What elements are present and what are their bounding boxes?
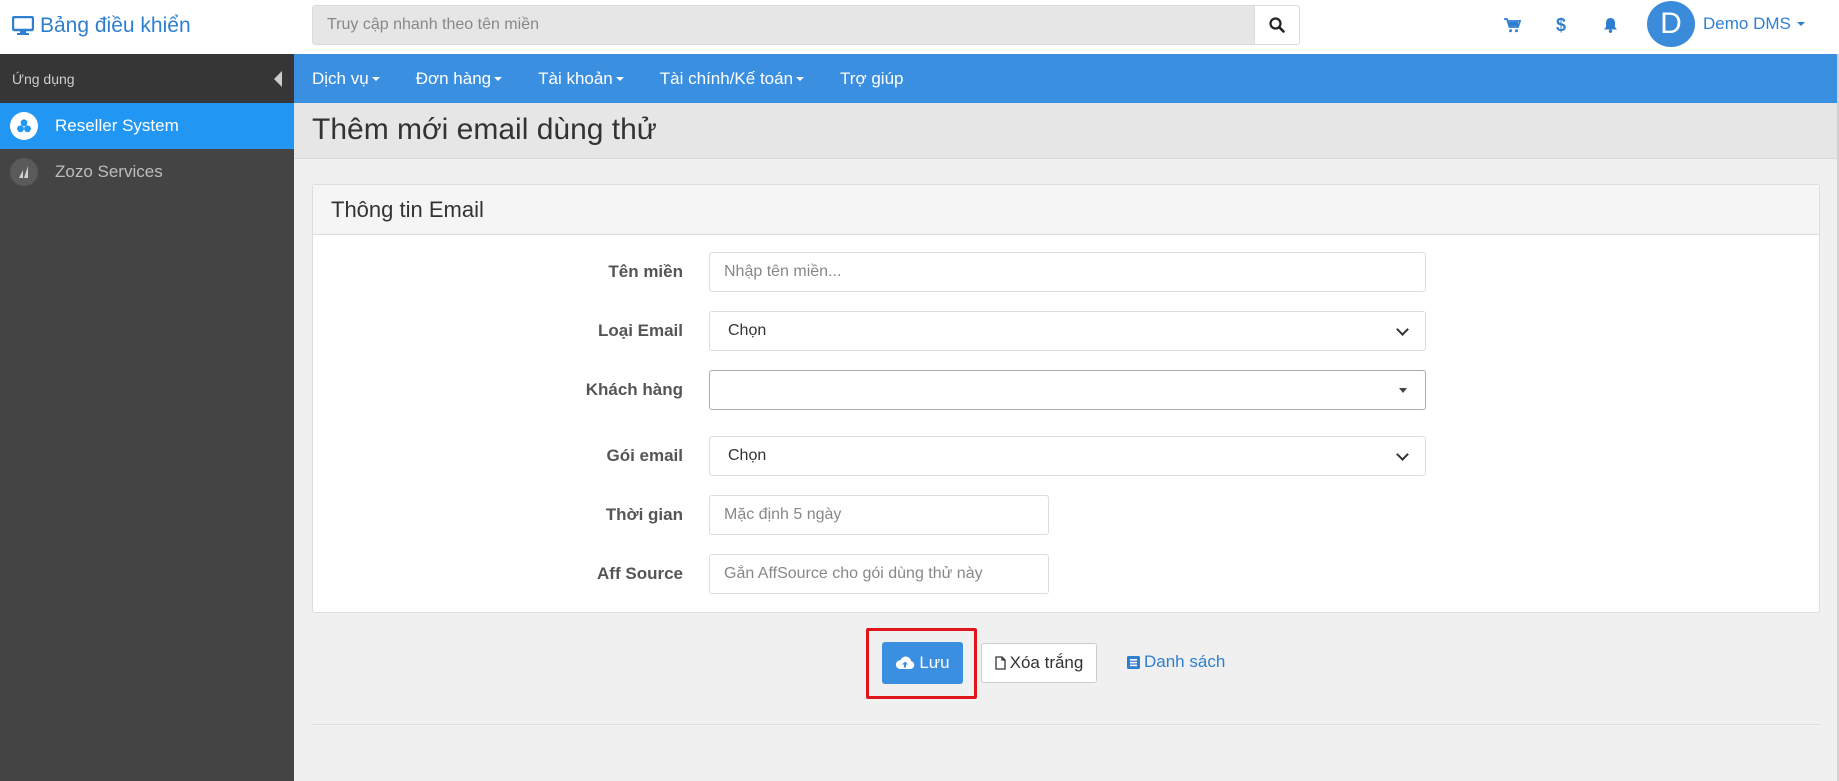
caret-down-icon [494,76,503,81]
form-row-aff-source: Aff Source [313,554,1819,594]
dollar-icon: $ [1555,14,1566,35]
list-icon [1127,655,1140,669]
list-link[interactable]: Danh sách [1127,652,1225,672]
chevron-down-icon [1396,447,1409,461]
menu-label: Tài chính/Kế toán [659,68,794,88]
top-bar: Bảng điều khiển $ D Demo DMS [0,0,1839,54]
duration-input[interactable] [709,495,1049,535]
email-package-label: Gói email [606,446,683,465]
zozo-logo-icon [10,158,38,186]
sidebar: Ứng dụng Reseller System Zozo Services [0,54,294,781]
save-label: Lưu [919,653,950,672]
caret-down-icon [796,76,805,81]
clear-button[interactable]: Xóa trắng [981,643,1097,683]
menu-item-services[interactable]: Dịch vụ [312,69,380,89]
file-icon [994,656,1006,670]
caret-down-icon [1796,22,1805,26]
search-icon [1269,17,1285,33]
email-type-value: Chọn [728,322,767,339]
aff-source-input[interactable] [709,554,1049,594]
quick-search [312,5,1300,45]
chevron-down-icon [1396,322,1409,336]
sidebar-item-zozo-services[interactable]: Zozo Services [0,149,294,195]
cart-icon [1503,17,1521,32]
save-button[interactable]: Lưu [882,642,963,684]
menu-item-help[interactable]: Trợ giúp [840,69,903,89]
footer-divider [312,724,1820,725]
user-menu[interactable]: Demo DMS [1703,14,1805,34]
sidebar-item-reseller-system[interactable]: Reseller System [0,103,294,149]
cloud-upload-icon [896,656,915,669]
search-input[interactable] [312,5,1255,45]
email-type-select[interactable]: Chọn [709,311,1426,351]
cluster-icon [10,112,38,140]
menu-item-accounts[interactable]: Tài khoản [538,69,624,89]
menu-item-orders[interactable]: Đơn hàng [415,68,503,89]
menu-label: Tài khoản [538,68,613,88]
user-name: Demo DMS [1703,14,1791,33]
sidebar-header: Ứng dụng [0,54,294,103]
list-label: Danh sách [1144,652,1226,671]
aff-source-label: Aff Source [597,564,683,583]
form-row-customer: Khách hàng [313,370,1819,410]
customer-select[interactable] [709,370,1426,410]
caret-down-icon [1399,387,1407,393]
domain-label: Tên miền [608,262,683,281]
page-header: Thêm mới email dùng thử [294,103,1839,159]
collapse-sidebar-icon[interactable] [274,70,282,87]
menu-label: Đơn hàng [415,68,492,88]
menu-label: Dịch vụ [312,68,369,88]
form-row-duration: Thời gian [313,495,1819,535]
sidebar-title: Ứng dụng [12,70,75,87]
cart-button[interactable] [1500,13,1524,37]
menu-item-finance[interactable]: Tài chính/Kế toán [659,68,805,89]
page-title: Thêm mới email dùng thử [312,113,657,146]
form-row-email-package: Gói email Chọn [313,436,1819,476]
email-type-label: Loại Email [597,321,683,340]
domain-input[interactable] [709,252,1426,292]
caret-down-icon [371,76,380,81]
caret-down-icon [615,76,624,81]
form-row-email-type: Loại Email Chọn [313,311,1819,351]
sidebar-item-label: Reseller System [55,116,179,135]
clear-label: Xóa trắng [1009,653,1084,672]
main-menu: Dịch vụ Đơn hàng Tài khoản Tài chính/Kế … [294,54,1839,103]
menu-label: Trợ giúp [840,68,904,88]
bell-icon [1603,18,1617,33]
brand-title: Bảng điều khiển [40,14,191,37]
panel-heading: Thông tin Email [313,185,1819,235]
avatar[interactable]: D [1647,1,1695,47]
brand-link[interactable]: Bảng điều khiển [12,11,191,41]
email-info-panel: Thông tin Email Tên miền Loại Email Chọn… [312,184,1820,613]
notifications-button[interactable] [1598,13,1622,37]
search-button[interactable] [1255,5,1300,45]
email-package-value: Chọn [728,447,767,464]
email-package-select[interactable]: Chọn [709,436,1426,476]
duration-label: Thời gian [605,505,683,524]
customer-label: Khách hàng [585,380,683,399]
monitor-icon [12,16,34,35]
sidebar-item-label: Zozo Services [55,162,163,181]
form-row-domain: Tên miền [313,252,1819,292]
finance-button[interactable]: $ [1549,13,1573,37]
